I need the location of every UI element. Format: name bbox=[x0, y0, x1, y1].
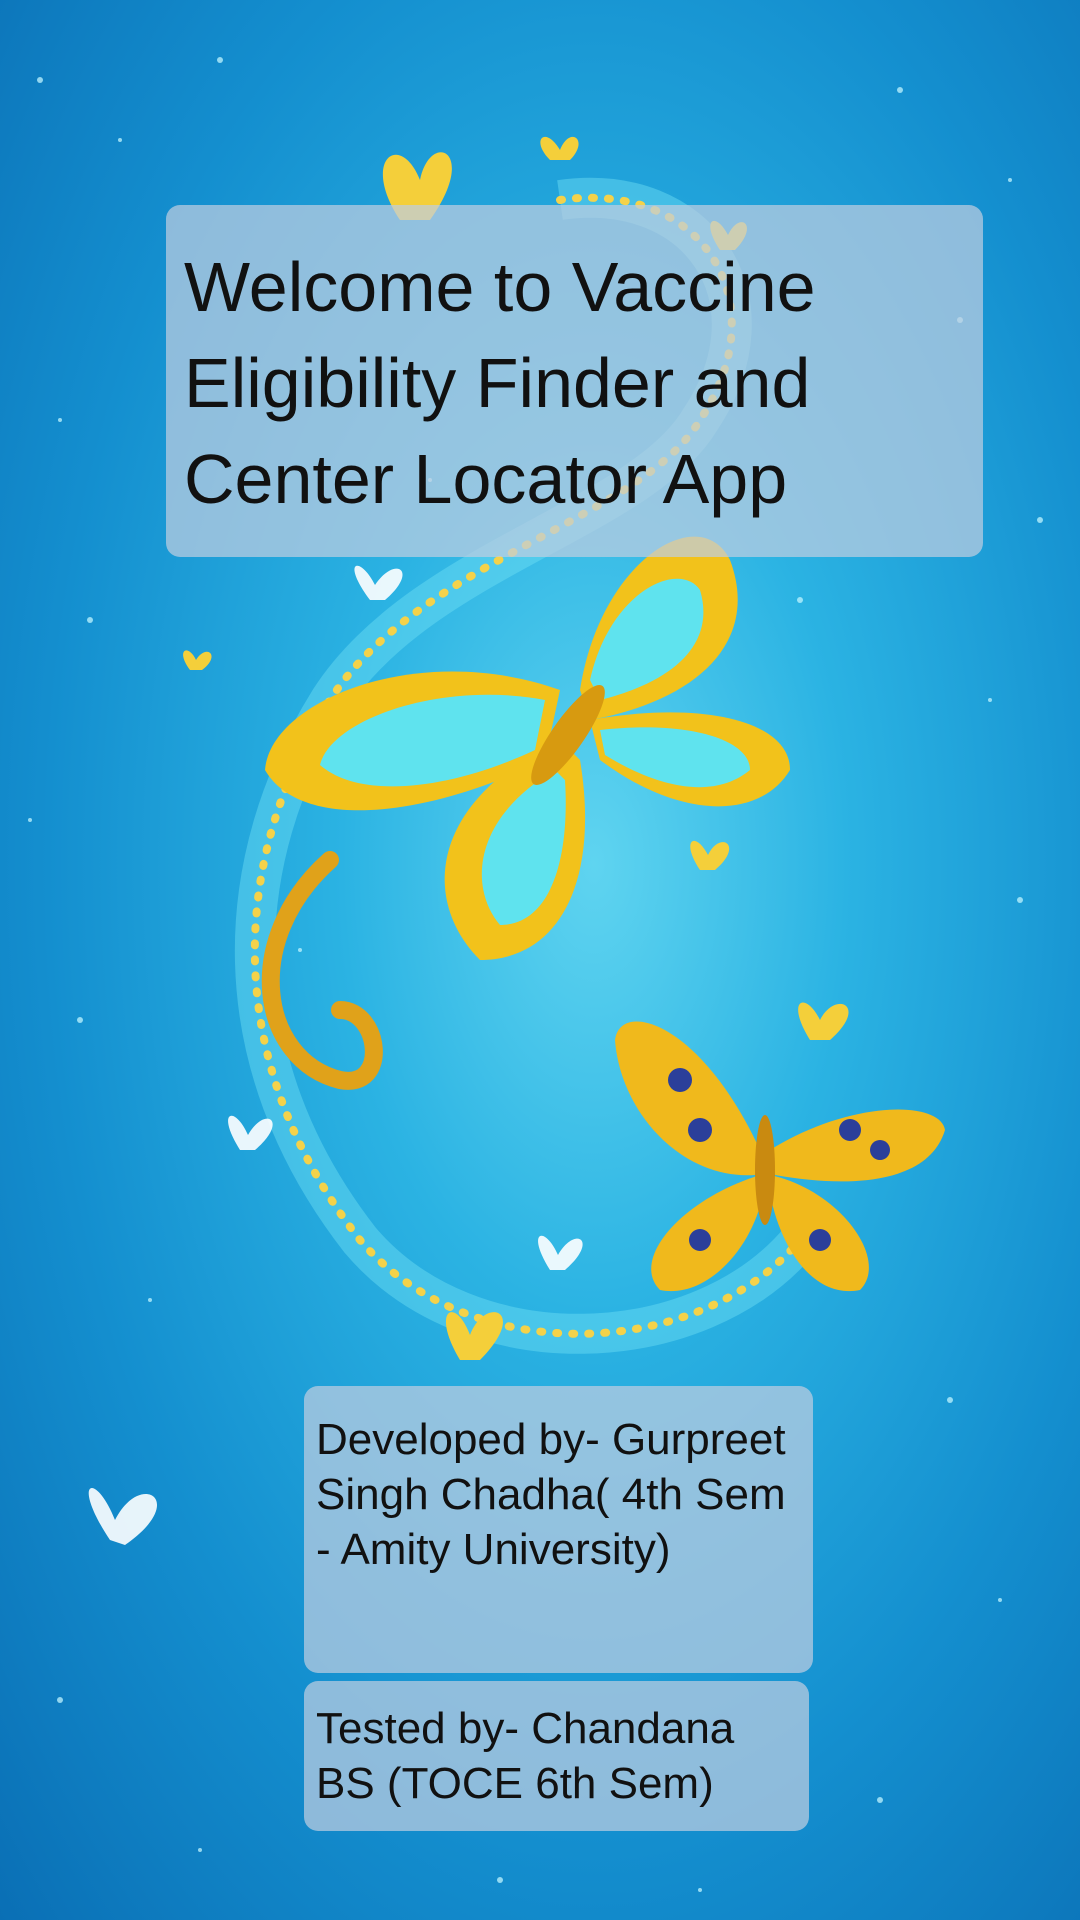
developer-credit-panel: Developed by- Gurpreet Singh Chadha( 4th… bbox=[304, 1386, 813, 1673]
welcome-title-panel: Welcome to Vaccine Eligibility Finder an… bbox=[166, 205, 983, 557]
gold-butterfly-large-icon bbox=[265, 536, 790, 960]
welcome-title: Welcome to Vaccine Eligibility Finder an… bbox=[184, 248, 816, 518]
tester-credit-text: Tested by- Chandana BS (TOCE 6th Sem) bbox=[316, 1704, 735, 1808]
tester-credit-panel: Tested by- Chandana BS (TOCE 6th Sem) bbox=[304, 1681, 809, 1831]
developer-credit-text: Developed by- Gurpreet Singh Chadha( 4th… bbox=[316, 1415, 786, 1574]
